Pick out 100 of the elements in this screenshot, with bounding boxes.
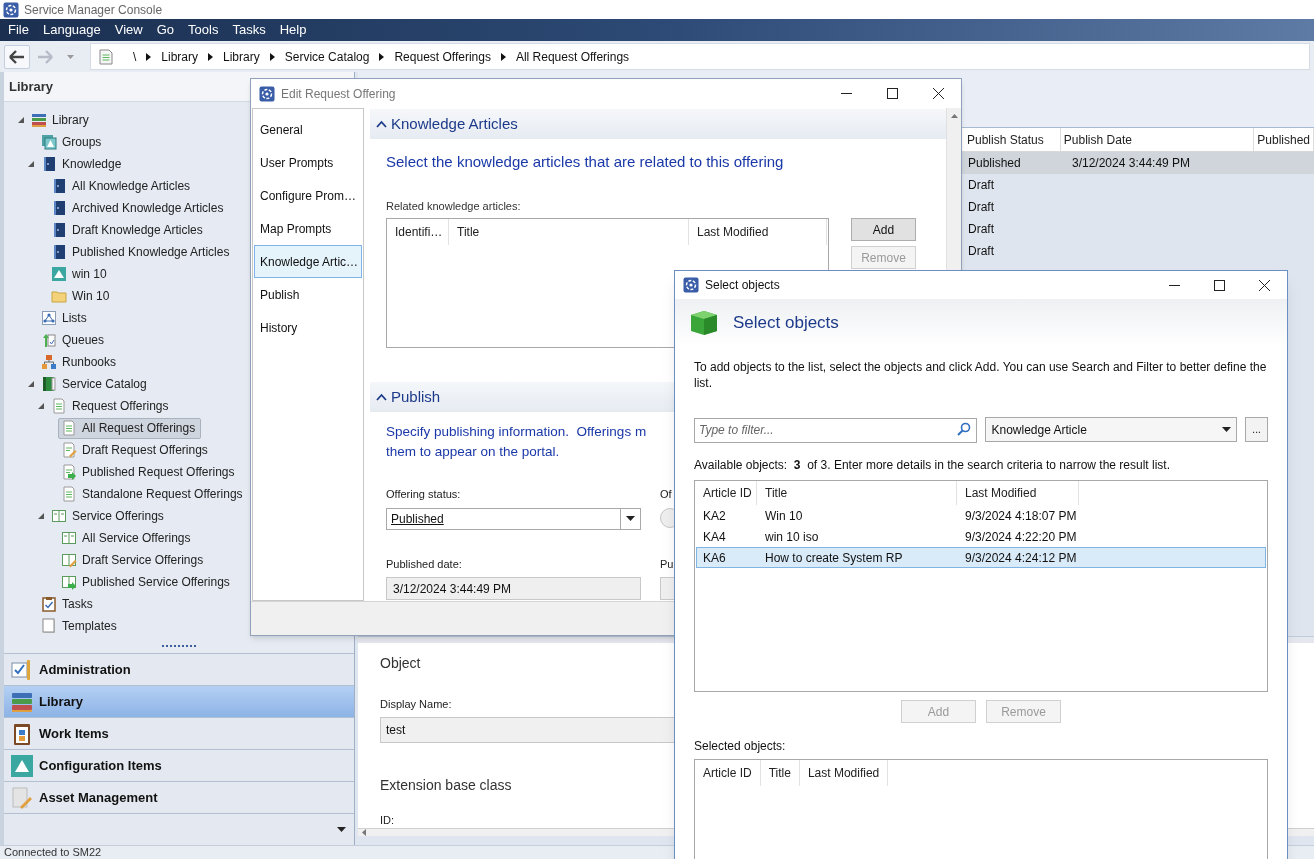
nav-item[interactable]: History <box>254 311 362 344</box>
table-cell-text: Draft <box>967 177 995 194</box>
column-header[interactable]: Article ID <box>695 760 761 786</box>
menu-item[interactable]: Language <box>42 20 101 40</box>
tree-item[interactable]: Published Request Offerings <box>58 461 241 483</box>
tree-item[interactable]: Groups <box>38 131 108 153</box>
chevron-right-icon[interactable] <box>146 52 152 61</box>
menu-item[interactable]: Help <box>279 20 307 40</box>
breadcrumb-item[interactable]: Request Offerings <box>394 47 491 66</box>
field-label: Of <box>660 487 673 502</box>
type-dropdown[interactable]: Knowledge Article <box>985 417 1238 442</box>
tree-item[interactable]: Queues <box>38 329 111 351</box>
selected-list[interactable]: Article ID Title Last Modified <box>694 759 1268 859</box>
menu-item[interactable]: Go <box>156 20 175 40</box>
column-header[interactable]: Last Modified <box>957 481 1079 505</box>
workspace-button[interactable]: Asset Management <box>4 781 354 813</box>
date-field[interactable]: 3/12/2024 3:44:49 PM <box>386 577 641 600</box>
list-row[interactable]: KA6 How to create System RP 9/3/2024 4:24:12 PM <box>696 547 1266 568</box>
workspace-button[interactable]: Configuration Items <box>4 749 354 781</box>
tree-item[interactable]: Published Knowledge Articles <box>48 241 236 263</box>
breadcrumb-item[interactable]: \ <box>133 47 137 66</box>
expander-icon[interactable] <box>17 116 25 124</box>
workspace-button[interactable]: Library <box>4 685 354 717</box>
nav-item[interactable]: General <box>254 113 362 146</box>
tree-item[interactable]: All Request Offerings <box>58 417 202 439</box>
chevron-right-icon[interactable] <box>269 52 275 61</box>
tree-item[interactable]: Archived Knowledge Articles <box>48 197 230 219</box>
menu-item[interactable]: Tools <box>188 20 219 40</box>
caret-icon <box>626 516 635 521</box>
table-cell-text: 9/3/2024 4:24:12 PM <box>964 549 1078 567</box>
field-label: ID: <box>380 812 395 828</box>
network-icon <box>41 310 57 326</box>
column-header[interactable]: Title <box>760 760 800 786</box>
tree-item[interactable]: Draft Knowledge Articles <box>48 219 209 241</box>
search-icon[interactable] <box>957 422 972 436</box>
column-header[interactable]: Last Modified <box>689 219 827 245</box>
menu-item[interactable]: File <box>8 20 29 40</box>
tree-item[interactable]: Templates <box>38 615 123 637</box>
tree-item[interactable]: Service Catalog <box>38 373 153 395</box>
column-header[interactable]: Article ID <box>695 481 757 505</box>
workspace-button[interactable]: Administration <box>4 653 354 685</box>
column-header[interactable]: Published <box>1254 128 1314 151</box>
tree-item[interactable]: All Knowledge Articles <box>48 175 197 197</box>
expander-icon[interactable] <box>27 380 35 388</box>
tree-item[interactable]: Lists <box>38 307 93 329</box>
breadcrumb-item[interactable]: Library <box>223 47 260 66</box>
splitter-grip[interactable] <box>162 644 196 648</box>
book-icon <box>51 244 67 260</box>
tree-item[interactable]: Request Offerings <box>48 395 175 417</box>
nav-item[interactable]: User Prompts <box>254 146 362 179</box>
tree-item[interactable]: All Service Offerings <box>58 527 197 549</box>
workspace-button[interactable]: Work Items <box>4 717 354 749</box>
list-row[interactable]: KA4 win 10 iso 9/3/2024 4:22:20 PM <box>696 526 1266 547</box>
field-label: Pu <box>660 556 675 572</box>
column-header[interactable]: Last Modified <box>799 760 889 786</box>
column-header[interactable]: Title <box>757 481 957 505</box>
filter-field[interactable]: Type to filter... <box>694 417 978 443</box>
status-dropdown[interactable]: Published <box>386 507 641 530</box>
tree-item[interactable]: Tasks <box>38 593 99 615</box>
address-bar[interactable]: \ Library Library Service Catalog Request Offerings All Request Offerings <box>90 43 1310 70</box>
breadcrumb-item[interactable]: Service Catalog <box>284 47 370 66</box>
nav-item[interactable]: Configure Prom… <box>254 179 362 212</box>
table-cell-text: How to create System RP <box>764 549 904 567</box>
expander-icon[interactable] <box>27 160 35 168</box>
status-text: Connected to SM22 <box>4 846 102 859</box>
chevron-right-icon[interactable] <box>208 52 214 61</box>
menu-item[interactable]: Tasks <box>232 20 266 40</box>
expander-icon[interactable] <box>37 402 45 410</box>
nav-item[interactable]: Publish <box>254 278 362 311</box>
expander-icon[interactable] <box>37 512 45 520</box>
tree-item[interactable]: Runbooks <box>38 351 123 373</box>
tree-item[interactable]: Service Offerings <box>48 505 170 527</box>
column-header[interactable]: Title <box>449 219 689 245</box>
nav-item[interactable]: Knowledge Artic… <box>254 245 362 278</box>
breadcrumb-item[interactable]: Library <box>161 47 199 66</box>
list-row[interactable]: KA2 Win 10 9/3/2024 4:18:07 PM <box>696 505 1266 526</box>
menu-item[interactable]: View <box>114 20 143 40</box>
available-list[interactable]: Article ID Title Last Modified KA2 Win 10 9/3/2024 4:18:07 PM KA4 win 10 iso 9/3/2024 4:22:20 PM KA6 How to create System RP 9/3/2024 4:24:12 PM <box>694 480 1268 692</box>
tree-item[interactable]: Published Service Offerings <box>58 571 236 593</box>
column-header[interactable]: Publish Status <box>964 128 1061 151</box>
tree-item[interactable]: Draft Service Offerings <box>58 549 210 571</box>
tree-item[interactable]: Win 10 <box>48 285 116 307</box>
dialog-button[interactable]: Add <box>851 218 916 241</box>
tree-item[interactable]: win 10 <box>48 263 113 285</box>
book-icon <box>51 200 67 216</box>
column-header[interactable]: Publish Date <box>1060 128 1255 151</box>
tree-item[interactable]: Standalone Request Offerings <box>58 483 249 505</box>
breadcrumb-item[interactable]: All Request Offerings <box>515 47 630 66</box>
document-icon <box>51 398 67 414</box>
tree-item[interactable]: Library <box>28 109 95 131</box>
section-header[interactable]: Knowledge Articles <box>370 109 946 139</box>
tree-item[interactable]: Draft Request Offerings <box>58 439 214 461</box>
browse-button[interactable]: ... <box>1245 417 1268 442</box>
nav-item[interactable]: Map Prompts <box>254 212 362 245</box>
chevron-right-icon[interactable] <box>500 52 506 61</box>
chevron-right-icon[interactable] <box>379 52 385 61</box>
available-objects-text: Available objects: 3 of 3. Enter more details in the search criteria to narrow the result list. <box>694 457 1171 474</box>
back-button[interactable] <box>4 44 30 69</box>
tree-item[interactable]: Knowledge <box>38 153 128 175</box>
column-header[interactable]: Identifi… <box>387 219 449 245</box>
